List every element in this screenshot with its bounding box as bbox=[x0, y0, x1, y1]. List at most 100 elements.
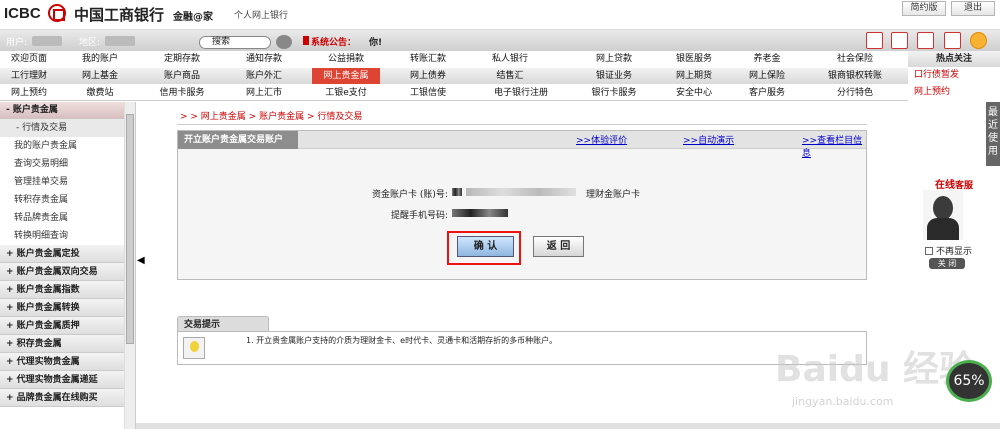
collapse-sidebar-icon[interactable]: ◀ bbox=[137, 255, 146, 269]
main-nav: 欢迎页面 我的账户 定期存款 通知存款 公益捐款 转账汇款 私人银行 网上贷款 … bbox=[0, 51, 1000, 101]
nav-item[interactable]: 账户商品 bbox=[148, 68, 216, 84]
nav-item[interactable]: 网上债券 bbox=[394, 68, 462, 84]
nav-item[interactable]: 工行理财 bbox=[0, 68, 58, 84]
baidu-watermark-url: jingyan.baidu.com bbox=[792, 395, 894, 408]
scrollbar-thumb[interactable] bbox=[126, 114, 134, 344]
search-icon[interactable] bbox=[276, 35, 292, 49]
home-icon[interactable] bbox=[866, 32, 883, 49]
tips-tab: 交易提示 bbox=[177, 316, 269, 332]
sidebar-item[interactable]: 转积存贵金属 bbox=[0, 191, 135, 209]
top-header: ICBC 中国工商银行 金融@家 个人网上银行 简约版 退出 bbox=[0, 0, 1000, 30]
nav-item[interactable]: 网上贷款 bbox=[580, 51, 648, 67]
hot-topic-item[interactable]: 口行债暂发 bbox=[908, 67, 1000, 84]
checkbox-icon[interactable] bbox=[925, 247, 933, 255]
nav-item[interactable]: 工银e支付 bbox=[312, 85, 380, 101]
nav-item[interactable]: 信用卡服务 bbox=[148, 85, 216, 101]
phone-masked-value bbox=[452, 209, 508, 217]
nav-item[interactable]: 公益捐款 bbox=[312, 51, 380, 67]
help-icon[interactable] bbox=[970, 32, 987, 49]
nav-item[interactable]: 私人银行 bbox=[476, 51, 544, 67]
user-name-masked bbox=[32, 36, 62, 46]
confirm-button[interactable]: 确 认 bbox=[457, 236, 514, 257]
nav-item[interactable]: 银商银权转账 bbox=[810, 68, 900, 84]
nav-item[interactable]: 转账汇款 bbox=[394, 51, 462, 67]
sidebar-group[interactable]: + 品牌贵金属在线购买 bbox=[0, 389, 135, 407]
close-service-button[interactable]: 关 闭 bbox=[929, 258, 965, 269]
search-input[interactable]: 搜索 bbox=[199, 36, 271, 49]
sidebar-group[interactable]: + 账户贵金属指数 bbox=[0, 281, 135, 299]
nav-item-active[interactable]: 网上贵金属 bbox=[312, 68, 380, 84]
nav-item[interactable]: 社会保险 bbox=[810, 51, 900, 67]
sidebar-group[interactable]: + 账户贵金属转换 bbox=[0, 299, 135, 317]
nav-item[interactable]: 养老金 bbox=[733, 51, 801, 67]
tips-text: 1. 开立贵金属账户支持的介质为理财金卡、e时代卡、灵通卡和活期存折的多币种账户… bbox=[246, 336, 558, 345]
online-service-title[interactable]: 在线客服 bbox=[911, 176, 975, 191]
performance-gauge[interactable]: 65% bbox=[946, 360, 992, 402]
sidebar-item[interactable]: 管理挂单交易 bbox=[0, 173, 135, 191]
back-button[interactable]: 返 回 bbox=[533, 236, 584, 257]
nav-item[interactable]: 银医服务 bbox=[660, 51, 728, 67]
auto-demo-link[interactable]: >>自动演示 bbox=[683, 133, 734, 146]
download-icon[interactable] bbox=[944, 32, 961, 49]
nav-item[interactable]: 网上期货 bbox=[660, 68, 728, 84]
hot-topic-item[interactable]: 网上预约 bbox=[908, 84, 1000, 101]
nav-item[interactable]: 安全中心 bbox=[660, 85, 728, 101]
nav-item[interactable]: 电子银行注册 bbox=[476, 85, 566, 101]
nav-item[interactable]: 网上基金 bbox=[66, 68, 134, 84]
bank-name: 中国工商银行 bbox=[74, 6, 165, 24]
nav-item[interactable]: 欢迎页面 bbox=[0, 51, 58, 67]
nav-item[interactable]: 网上保险 bbox=[733, 68, 801, 84]
announcement-icon bbox=[303, 36, 309, 45]
user-label: 用户: bbox=[6, 38, 28, 48]
sidebar-item[interactable]: 我的账户贵金属 bbox=[0, 137, 135, 155]
nav-item[interactable]: 网上汇市 bbox=[230, 85, 298, 101]
open-account-panel: 开立账户贵金属交易账户 >>体验评价 >>自动演示 >>查看栏目信息 bbox=[177, 130, 867, 280]
profile-card-icon[interactable] bbox=[917, 32, 934, 49]
breadcrumb[interactable]: > > 网上贵金属 > 账户贵金属 > 行情及交易 bbox=[180, 109, 362, 122]
sidebar-item-quotes-trading[interactable]: - 行情及交易 bbox=[0, 119, 135, 137]
sidebar-item[interactable]: 转品牌贵金属 bbox=[0, 209, 135, 227]
recently-used-tab[interactable]: 最近使用 bbox=[986, 102, 1000, 166]
sidebar-group[interactable]: + 账户贵金属定投 bbox=[0, 245, 135, 263]
nav-item[interactable]: 客户服务 bbox=[733, 85, 801, 101]
sidebar-group[interactable]: + 积存贵金属 bbox=[0, 335, 135, 353]
divider bbox=[177, 124, 867, 125]
no-show-checkbox[interactable]: 不再显示 bbox=[925, 244, 972, 257]
experience-review-link[interactable]: >>体验评价 bbox=[576, 133, 627, 146]
nav-item[interactable]: 结售汇 bbox=[476, 68, 544, 84]
region-label: 地区: bbox=[79, 38, 101, 48]
announcement-text[interactable]: 你! bbox=[369, 35, 382, 48]
nav-item[interactable]: 缴费站 bbox=[66, 85, 134, 101]
logout-button[interactable]: 退出 bbox=[951, 1, 995, 16]
cart-icon[interactable] bbox=[891, 32, 908, 49]
nav-item[interactable]: 账户外汇 bbox=[230, 68, 298, 84]
nav-item[interactable]: 网上预约 bbox=[0, 85, 58, 101]
sidebar-item[interactable]: 转换明细查询 bbox=[0, 227, 135, 245]
baidu-watermark-logo: Baidu 经验 bbox=[775, 349, 976, 390]
view-column-info-link[interactable]: >>查看栏目信息 bbox=[802, 133, 866, 159]
nav-item[interactable]: 银证业务 bbox=[580, 68, 648, 84]
nav-item[interactable]: 我的账户 bbox=[66, 51, 134, 67]
sidebar-group[interactable]: + 账户贵金属双向交易 bbox=[0, 263, 135, 281]
sidebar-item[interactable]: 查询交易明细 bbox=[0, 155, 135, 173]
sidebar-group[interactable]: + 账户贵金属质押 bbox=[0, 317, 135, 335]
sidebar-section-account-precious-metal[interactable]: - 账户贵金属 bbox=[0, 102, 135, 119]
nav-row-2: 工行理财 网上基金 账户商品 账户外汇 网上贵金属 网上债券 结售汇 银证业务 … bbox=[0, 68, 908, 84]
region-masked bbox=[105, 36, 135, 46]
sidebar-group[interactable]: + 代理实物贵金属 bbox=[0, 353, 135, 371]
hot-topics-title: 热点关注 bbox=[908, 51, 1000, 67]
nav-item[interactable]: 工银信使 bbox=[394, 85, 462, 101]
nav-item[interactable]: 通知存款 bbox=[230, 51, 298, 67]
nav-item[interactable]: 银行卡服务 bbox=[580, 85, 648, 101]
sidebar-group[interactable]: + 代理实物贵金属递延 bbox=[0, 371, 135, 389]
sidebar-scrollbar[interactable] bbox=[124, 102, 135, 429]
bottom-strip bbox=[136, 423, 1000, 429]
nav-item[interactable]: 定期存款 bbox=[148, 51, 216, 67]
sidebar: - 账户贵金属 - 行情及交易 我的账户贵金属 查询交易明细 管理挂单交易 转积… bbox=[0, 102, 136, 429]
simplified-version-button[interactable]: 简约版 bbox=[902, 1, 946, 16]
nav-item[interactable]: 分行特色 bbox=[810, 85, 900, 101]
hot-topics: 热点关注 口行债暂发 网上预约 bbox=[908, 51, 1000, 101]
panel-header: 开立账户贵金属交易账户 >>体验评价 >>自动演示 >>查看栏目信息 bbox=[178, 131, 866, 159]
online-service-widget: 在线客服 不再显示 关 闭 bbox=[911, 176, 975, 269]
service-agent-avatar[interactable] bbox=[923, 190, 963, 240]
